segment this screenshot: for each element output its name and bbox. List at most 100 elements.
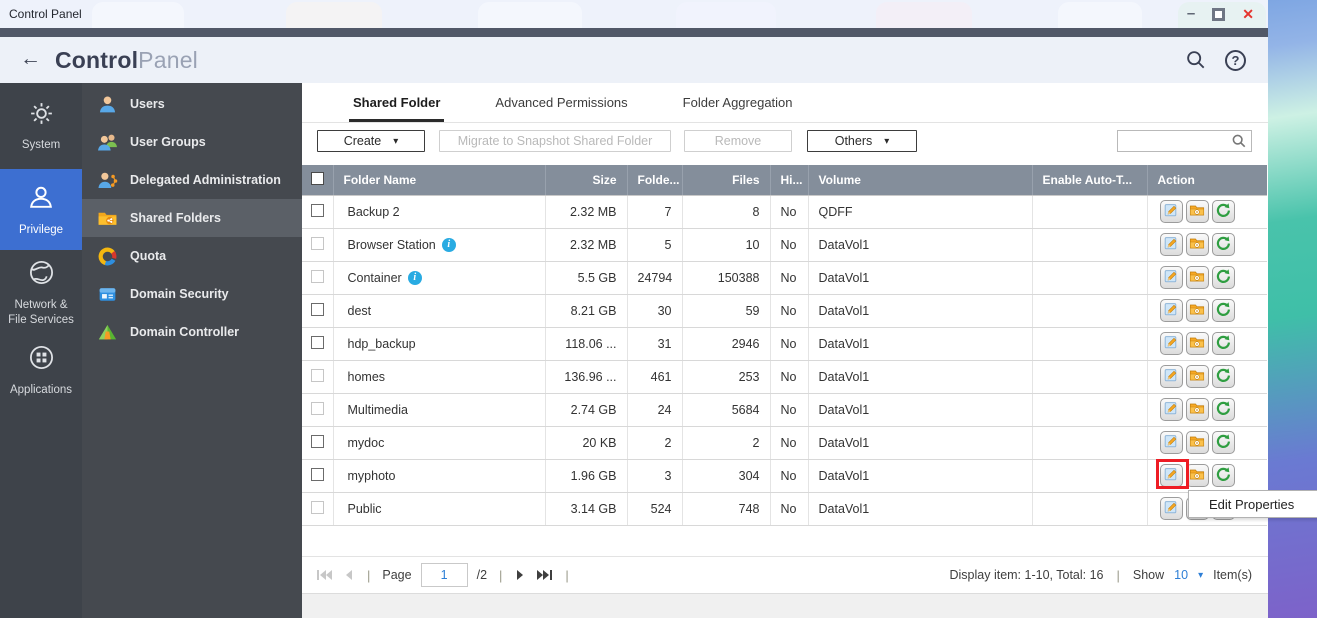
column-header-enable-auto-t[interactable]: Enable Auto-T... <box>1032 165 1148 196</box>
sidebar-item-user-groups[interactable]: User Groups <box>82 123 302 161</box>
edit-properties-button[interactable] <box>1159 497 1183 520</box>
refresh-button[interactable] <box>1211 464 1235 487</box>
table-row[interactable]: dest 8.21 GB 30 59 No DataVol1 <box>302 294 1267 328</box>
table-row[interactable]: Container i 5.5 GB 24794 150388 No DataVol1 <box>302 261 1267 295</box>
edit-properties-button[interactable] <box>1159 398 1183 421</box>
refresh-button[interactable] <box>1211 332 1235 355</box>
sidebar-item-shared-folders[interactable]: Shared Folders <box>82 199 302 237</box>
maximize-icon[interactable] <box>1212 7 1226 21</box>
sidebar-item-users[interactable]: Users <box>82 85 302 123</box>
table-row[interactable]: mydoc 20 KB 2 2 No DataVol1 <box>302 426 1267 460</box>
edit-properties-button[interactable] <box>1159 233 1183 256</box>
migrate-button[interactable]: Migrate to Snapshot Shared Folder <box>439 130 671 152</box>
last-page-button[interactable] <box>536 569 553 581</box>
select-all-checkbox[interactable] <box>311 171 324 185</box>
refresh-button[interactable] <box>1211 233 1235 256</box>
edit-properties-button[interactable] <box>1159 266 1183 289</box>
edit-permissions-button[interactable] <box>1185 266 1209 289</box>
table-row[interactable]: Browser Station i 2.32 MB 5 10 No DataVol1 <box>302 228 1267 262</box>
back-arrow-icon[interactable]: ← <box>20 47 41 71</box>
edit-permissions-button[interactable] <box>1185 431 1209 454</box>
table-row[interactable]: myphoto 1.96 GB 3 304 No DataVol1 <box>302 459 1267 493</box>
refresh-button[interactable] <box>1211 200 1235 223</box>
volume-cell: DataVol1 <box>808 360 1033 394</box>
row-checkbox[interactable] <box>311 203 324 217</box>
row-checkbox[interactable] <box>311 500 324 514</box>
refresh-button[interactable] <box>1211 266 1235 289</box>
sidebar-item-system[interactable]: System <box>0 83 82 169</box>
window-bottom-strip <box>302 593 1268 618</box>
refresh-button[interactable] <box>1211 365 1235 388</box>
edit-permissions-button[interactable] <box>1185 332 1209 355</box>
sidebar-item-quota[interactable]: Quota <box>82 237 302 275</box>
remove-button[interactable]: Remove <box>684 130 792 152</box>
edit-properties-button[interactable] <box>1159 332 1183 355</box>
edit-properties-button[interactable] <box>1159 464 1183 487</box>
column-header-action[interactable]: Action <box>1147 165 1267 196</box>
column-header-volume[interactable]: Volume <box>808 165 1033 196</box>
edit-properties-button[interactable] <box>1159 200 1183 223</box>
close-icon[interactable]: ✕ <box>1242 6 1254 23</box>
column-header-size[interactable]: Size <box>545 165 628 196</box>
edit-permissions-button[interactable] <box>1185 200 1209 223</box>
column-header-hi[interactable]: Hi... <box>770 165 809 196</box>
refresh-button[interactable] <box>1211 299 1235 322</box>
edit-properties-button[interactable] <box>1159 365 1183 388</box>
page-number-input[interactable] <box>420 563 468 587</box>
edit-properties-button[interactable] <box>1159 431 1183 454</box>
first-page-button[interactable] <box>316 569 333 581</box>
info-icon[interactable]: i <box>407 270 422 285</box>
refresh-button[interactable] <box>1211 431 1235 454</box>
column-header-folder-name[interactable]: Folder Name <box>333 165 546 196</box>
column-header-files[interactable]: Files <box>682 165 771 196</box>
minimize-icon[interactable]: – <box>1187 6 1195 21</box>
table-row[interactable]: homes 136.96 ... 461 253 No DataVol1 <box>302 360 1267 394</box>
create-button[interactable]: Create ▾ <box>317 130 425 152</box>
row-checkbox[interactable] <box>311 236 324 250</box>
sidebar-item-domain-security[interactable]: Domain Security <box>82 275 302 313</box>
column-header-folde[interactable]: Folde... <box>627 165 683 196</box>
table-row[interactable]: Multimedia 2.74 GB 24 5684 No DataVol1 <box>302 393 1267 427</box>
window-titlebar[interactable]: ​ Control Panel – ✕ <box>0 0 1268 28</box>
tab-folder-aggregation[interactable]: Folder Aggregation <box>679 95 797 122</box>
prev-page-button[interactable] <box>342 569 355 581</box>
sidebar-item-network[interactable]: Network & File Services <box>0 250 82 335</box>
show-count-value[interactable]: 10 <box>1174 568 1188 582</box>
row-checkbox[interactable] <box>311 269 324 283</box>
search-icon[interactable] <box>1185 49 1207 71</box>
row-checkbox[interactable] <box>311 335 324 349</box>
table-row[interactable]: hdp_backup 118.06 ... 31 2946 No DataVol1 <box>302 327 1267 361</box>
titlebar-title: Control Panel <box>9 7 82 21</box>
edit-permissions-button[interactable] <box>1185 398 1209 421</box>
search-input[interactable] <box>1118 134 1231 148</box>
refresh-button[interactable] <box>1211 398 1235 421</box>
chevron-down-icon[interactable]: ▾ <box>1198 570 1203 581</box>
row-checkbox[interactable] <box>311 434 324 448</box>
info-icon[interactable]: i <box>441 237 456 252</box>
edit-permissions-button[interactable] <box>1185 299 1209 322</box>
sidebar-item-delegated-administration[interactable]: Delegated Administration <box>82 161 302 199</box>
row-checkbox[interactable] <box>311 302 324 316</box>
row-checkbox[interactable] <box>311 467 324 481</box>
edit-properties-button[interactable] <box>1159 299 1183 322</box>
table-row[interactable]: Public 3.14 GB 524 748 No DataVol1 <box>302 492 1267 526</box>
edit-permissions-button[interactable] <box>1185 233 1209 256</box>
select-all-header[interactable] <box>302 165 334 196</box>
tab-advanced-permissions[interactable]: Advanced Permissions <box>491 95 631 122</box>
sidebar-item-privilege[interactable]: Privilege <box>0 169 82 250</box>
volume-cell: DataVol1 <box>808 327 1033 361</box>
search-icon[interactable] <box>1231 133 1247 149</box>
others-button[interactable]: Others ▾ <box>807 130 917 152</box>
edit-permissions-button[interactable] <box>1185 365 1209 388</box>
row-checkbox[interactable] <box>311 368 324 382</box>
next-page-button[interactable] <box>514 569 527 581</box>
sidebar-item-label: Applications <box>9 383 72 396</box>
table-row[interactable]: Backup 2 2.32 MB 7 8 No QDFF <box>302 195 1267 229</box>
help-icon[interactable]: ? <box>1225 49 1246 71</box>
sidebar-item-applications[interactable]: Applications <box>0 335 82 405</box>
row-checkbox[interactable] <box>311 401 324 415</box>
tab-shared-folder[interactable]: Shared Folder <box>349 95 445 122</box>
refresh-icon <box>1215 268 1231 287</box>
edit-permissions-button[interactable] <box>1185 464 1209 487</box>
sidebar-item-domain-controller[interactable]: Domain Controller <box>82 313 302 351</box>
